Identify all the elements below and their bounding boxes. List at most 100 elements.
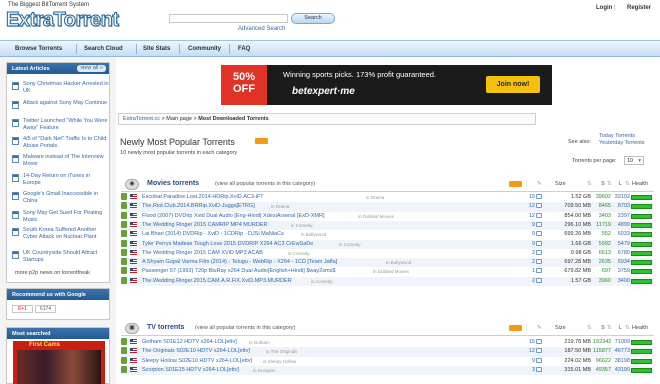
- sort-icon[interactable]: ⇅: [587, 181, 592, 187]
- article-item[interactable]: 4/5 of "Dark Net" Traffic Is to Child Ab…: [12, 136, 110, 150]
- column-seeds[interactable]: S: [601, 181, 605, 187]
- article-item[interactable]: Sony May Get Sued For Pirating Music: [12, 210, 110, 224]
- torrent-row[interactable]: Scorpion S01E15 HDTV x264-LOL[ettv] in Sc…: [121, 365, 654, 376]
- rss-icon[interactable]: [509, 325, 522, 331]
- torrent-title[interactable]: Scorpion S01E15 HDTV x264-LOL[ettv]: [142, 367, 239, 373]
- rss-icon[interactable]: [255, 138, 268, 144]
- torrent-row[interactable]: Tyler Perrys Madeas Tough Love 2015 DVDR…: [121, 239, 654, 249]
- download-icon[interactable]: [121, 276, 127, 284]
- article-link[interactable]: Google's Gmail Inaccessible in China: [23, 191, 109, 205]
- column-seeds[interactable]: S: [601, 325, 605, 331]
- comment-count[interactable]: 12: [521, 213, 535, 219]
- site-logo[interactable]: ExtraTorrent: [6, 9, 120, 32]
- nav-faq[interactable]: FAQ: [238, 46, 250, 52]
- comment-count[interactable]: 9: [521, 231, 535, 237]
- article-item[interactable]: Malware instead of The Interview Movie: [12, 154, 110, 168]
- torrent-title[interactable]: Tyler Perrys Madeas Tough Love 2015 DVDR…: [142, 241, 313, 247]
- column-size[interactable]: Size: [555, 181, 566, 187]
- article-link[interactable]: Malware instead of The Interview Movie: [23, 154, 109, 168]
- torrent-title[interactable]: Lai Bhari (2014) DVDRip - XviD - 1CDRip …: [142, 231, 284, 237]
- torrent-category[interactable]: in Comedy: [291, 223, 313, 228]
- ad-join-button[interactable]: Join now!: [486, 76, 540, 93]
- torrent-row[interactable]: The Originals S02E10 HDTV x264-LOL[ettv]…: [121, 347, 654, 357]
- article-item[interactable]: 14-Day Return on iTunes in Europe: [12, 173, 110, 187]
- torrent-category[interactable]: in Sleepy Hollow: [263, 359, 296, 364]
- nav-community[interactable]: Community: [188, 46, 221, 52]
- comment-count[interactable]: 9: [521, 241, 535, 247]
- article-item[interactable]: Google's Gmail Inaccessible in China: [12, 191, 110, 205]
- download-icon[interactable]: [121, 258, 127, 266]
- comment-count[interactable]: 15: [521, 194, 535, 200]
- torrent-row[interactable]: The Wedding Ringer 2015 CAM XViD MP3 ACA…: [121, 248, 654, 258]
- torrent-title[interactable]: The Wedding Ringer 2015 CAM XViD MP3 ACA…: [142, 250, 263, 256]
- column-leechers[interactable]: L: [619, 181, 622, 187]
- torrent-row[interactable]: Gotham S01E12 HDTV x264-LOL[ettv] in Goth…: [121, 338, 654, 347]
- sort-icon[interactable]: ⇅: [625, 181, 630, 187]
- torrent-category[interactable]: in Dubbed Movies: [358, 214, 394, 219]
- nav-search-cloud[interactable]: Search Cloud: [84, 46, 123, 52]
- download-icon[interactable]: [121, 193, 127, 200]
- tv-section-title[interactable]: TV torrents: [147, 324, 184, 331]
- torrent-row[interactable]: Lai Bhari (2014) DVDRip - XviD - 1CDRip …: [121, 230, 654, 239]
- torrent-title[interactable]: Gotham S01E12 HDTV x264-LOL[ettv]: [142, 339, 237, 345]
- article-link[interactable]: Attack against Sony May Continue: [23, 100, 109, 107]
- article-item[interactable]: South Korea Suffered Another Cyber Attac…: [12, 227, 110, 241]
- comment-count[interactable]: 1: [521, 268, 535, 274]
- torrent-title[interactable]: Passenger 57 (1992) 720p BluRay x264 Dua…: [142, 268, 335, 274]
- login-link[interactable]: Login: [596, 5, 612, 11]
- download-icon[interactable]: [121, 365, 127, 373]
- sort-icon[interactable]: ⇅: [607, 325, 612, 331]
- per-page-select[interactable]: 10 ▾: [624, 156, 644, 165]
- torrent-title[interactable]: The.Riot.Club.2014.BRRip.XviD-Juggs[ETRG…: [142, 203, 255, 209]
- article-link[interactable]: Twitter Launched "While You Were Away" F…: [23, 118, 109, 132]
- breadcrumb-home[interactable]: ExtraTorrent.cc: [123, 116, 160, 122]
- torrent-category[interactable]: in Gotham: [249, 340, 270, 345]
- download-icon[interactable]: [121, 248, 127, 256]
- sort-icon[interactable]: ⇅: [587, 325, 592, 331]
- torrent-row[interactable]: Escobar.Paradise.Lost.2014.HDRip.XviD.AC…: [121, 193, 654, 202]
- advanced-search-link[interactable]: Advanced Search: [238, 26, 285, 32]
- torrent-title[interactable]: The.Wedding.Ringer.2015.CAM.A.R.FiX.XviD…: [142, 278, 292, 284]
- yesterday-torrents-link[interactable]: Yesterday Torrents: [599, 140, 645, 146]
- comment-count[interactable]: 2: [521, 278, 535, 284]
- view-all-articles-link[interactable]: view all »: [77, 65, 106, 72]
- comment-count[interactable]: 15: [521, 339, 535, 345]
- torrent-title[interactable]: Flood (2007) DVDrip Xvid Dual Audio [Eng…: [142, 213, 325, 219]
- download-icon[interactable]: [121, 220, 127, 228]
- register-link[interactable]: Register: [627, 5, 651, 11]
- article-link[interactable]: 14-Day Return on iTunes in Europe: [23, 173, 109, 187]
- ad-banner[interactable]: 50% OFF Winning sports picks. 173% profi…: [221, 65, 552, 105]
- movies-section-title[interactable]: Movies torrents: [147, 180, 199, 187]
- article-item[interactable]: UK Countryside Should Attract Startups: [12, 250, 110, 264]
- torrent-row[interactable]: Flood (2007) DVDrip Xvid Dual Audio [Eng…: [121, 211, 654, 221]
- torrent-title[interactable]: The Originals S02E10 HDTV x264-LOL[ettv]: [142, 348, 250, 354]
- article-link[interactable]: UK Countryside Should Attract Startups: [23, 250, 109, 264]
- more-news-link[interactable]: more p2p news on torrentfreak: [15, 270, 90, 276]
- article-link[interactable]: 4/5 of "Dark Net" Traffic Is to Child Ab…: [23, 136, 109, 150]
- search-button[interactable]: Search: [291, 13, 335, 24]
- torrent-category[interactable]: in Drama: [271, 204, 289, 209]
- first-cams-thumbnail[interactable]: [17, 350, 101, 384]
- download-icon[interactable]: [121, 211, 127, 219]
- torrent-title[interactable]: Escobar.Paradise.Lost.2014.HDRip.XviD.AC…: [142, 194, 264, 200]
- torrent-category[interactable]: in Bollywood: [301, 232, 326, 237]
- torrent-title[interactable]: A Shyam Gopal Varma Film (2014) - Telugu…: [142, 259, 337, 265]
- comment-count[interactable]: 2: [521, 250, 535, 256]
- torrent-title[interactable]: Sleepy Hollow S02E10 HDTV x264-LOL[ettv]: [142, 358, 252, 364]
- torrent-category[interactable]: in Comedy: [288, 251, 310, 256]
- download-icon[interactable]: [121, 347, 127, 355]
- article-item[interactable]: Sony Christmas Hacker Arrested in UK: [12, 81, 110, 95]
- google-plus-button[interactable]: 8+1: [12, 305, 33, 313]
- today-torrents-link[interactable]: Today Torrents: [599, 133, 635, 139]
- sort-icon[interactable]: ⇅: [625, 325, 630, 331]
- sort-icon[interactable]: ⇅: [607, 181, 612, 187]
- comment-count[interactable]: 9: [521, 358, 535, 364]
- comment-count[interactable]: 12: [521, 348, 535, 354]
- torrent-row[interactable]: The Wedding Ringer 2015 CAMRIP MP4 MURDE…: [121, 220, 654, 231]
- torrent-row[interactable]: Passenger 57 (1992) 720p BluRay x264 Dua…: [121, 267, 654, 276]
- download-icon[interactable]: [121, 239, 127, 247]
- nav-browse-torrents[interactable]: Browse Torrents: [15, 46, 62, 52]
- comment-count[interactable]: 2: [521, 259, 535, 265]
- torrent-category[interactable]: in Bollywood: [386, 260, 411, 265]
- comment-count[interactable]: 3: [521, 367, 535, 373]
